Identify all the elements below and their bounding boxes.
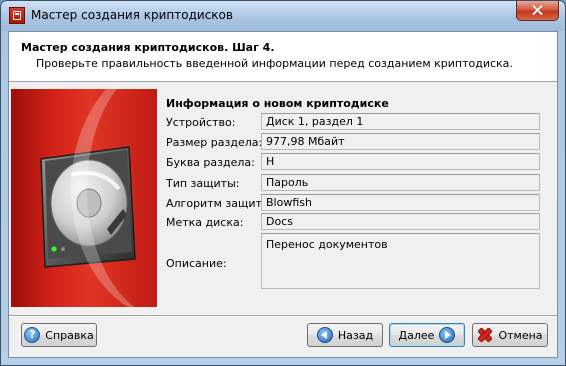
hard-disk-icon (40, 146, 136, 268)
description-label: Описание: (166, 257, 227, 270)
protection-type-label: Тип защиты: (166, 177, 240, 190)
close-button[interactable] (516, 1, 559, 21)
wizard-step-subtitle: Проверьте правильность введенной информа… (36, 57, 513, 70)
device-label: Устройство: (166, 116, 236, 129)
description-field: Перенос документов (261, 233, 540, 289)
wizard-window: Мастер создания криптодисков Мастер созд… (0, 0, 566, 366)
wizard-banner (11, 89, 157, 307)
back-button-label: Назад (337, 328, 374, 342)
partition-size-label: Размер раздела: (166, 136, 263, 149)
cancel-button[interactable]: Отмена (472, 323, 548, 347)
help-button[interactable]: ? Справка (21, 323, 97, 347)
disk-label-label: Метка диска: (166, 216, 244, 229)
info-section-title: Информация о новом криптодиске (166, 97, 389, 110)
title-bar[interactable]: Мастер создания криптодисков (1, 1, 565, 31)
wizard-header: Мастер создания криптодисков. Шаг 4. Про… (9, 32, 557, 82)
protection-type-field: Пароль (261, 174, 540, 191)
help-button-label: Справка (45, 328, 94, 342)
drive-letter-field: H (261, 153, 540, 170)
disk-label-field: Docs (261, 213, 540, 230)
arrow-right-icon (439, 327, 456, 343)
button-separator (9, 315, 557, 317)
drive-letter-label: Буква раздела: (166, 156, 255, 169)
algorithm-label: Алгоритм защиты: (166, 197, 275, 210)
device-field: Диск 1, раздел 1 (261, 113, 540, 130)
arrow-left-icon (316, 327, 333, 343)
partition-size-field: 977,98 Мбайт (261, 133, 540, 150)
x-icon (477, 327, 493, 343)
window-title: Мастер создания криптодисков (31, 8, 233, 22)
back-button[interactable]: Назад (307, 323, 383, 347)
question-icon: ? (24, 327, 41, 343)
cancel-button-label: Отмена (498, 328, 543, 342)
wizard-step-title: Мастер создания криптодисков. Шаг 4. (21, 41, 275, 54)
dialog-client-area: Мастер создания криптодисков. Шаг 4. Про… (8, 31, 558, 358)
app-shield-icon (9, 7, 25, 24)
next-button[interactable]: Далее (389, 323, 465, 347)
next-button-label: Далее (398, 328, 435, 342)
algorithm-field: Blowfish (261, 194, 540, 211)
